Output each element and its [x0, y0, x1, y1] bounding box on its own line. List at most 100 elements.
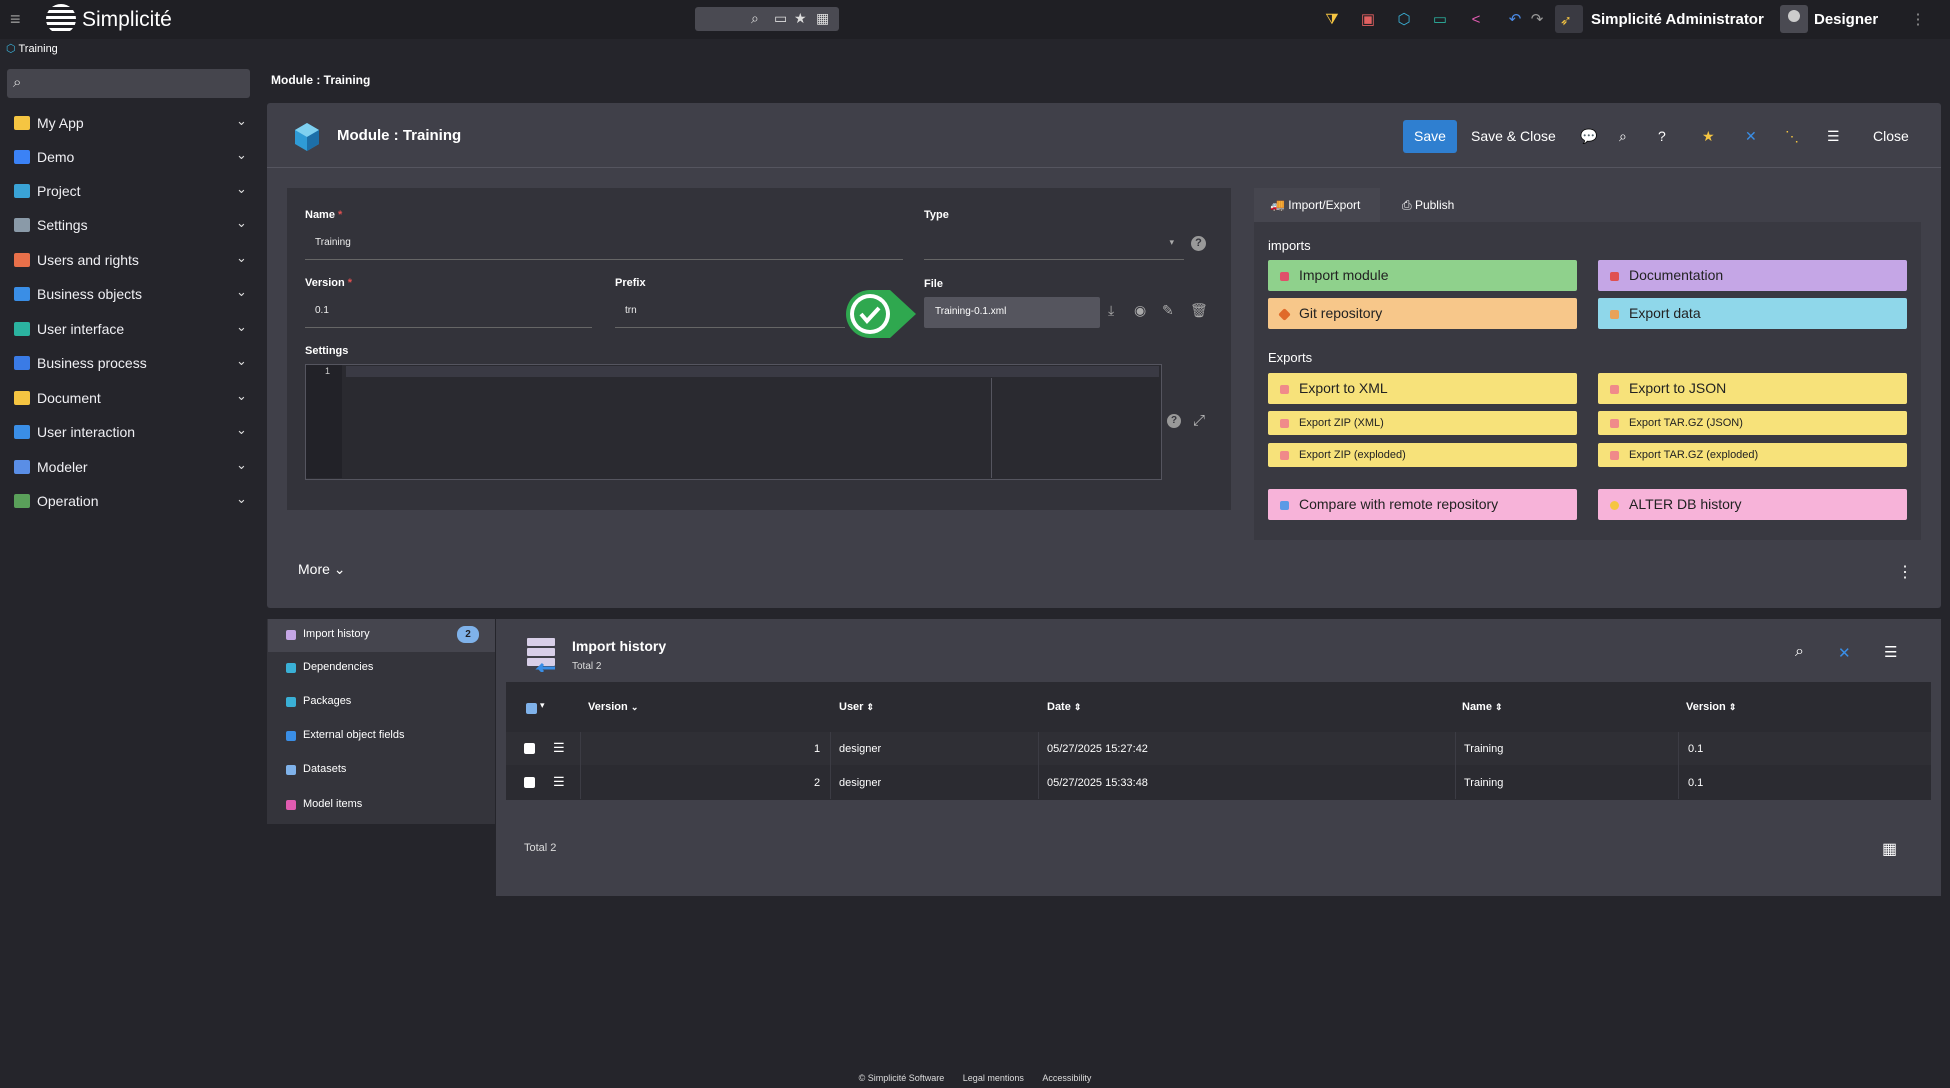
help-icon[interactable]: ?	[1658, 120, 1666, 153]
hierarchy-icon[interactable]: ⋱	[1785, 120, 1799, 153]
legal-mentions-link[interactable]: Legal mentions	[963, 1073, 1024, 1083]
export-targz-json-button[interactable]: Export TAR.GZ (JSON)	[1598, 411, 1907, 435]
more-button[interactable]: More ⌄	[298, 561, 346, 578]
sidebar-item[interactable]: Users and rights ⌄	[0, 244, 260, 278]
tools-icon[interactable]: ✕	[1745, 120, 1757, 153]
brand-logo[interactable]	[46, 4, 76, 34]
tab-import-export[interactable]: 🚚 Import/Export	[1254, 188, 1380, 222]
monitor-icon[interactable]: ▭	[1430, 10, 1450, 30]
chevron-down-icon[interactable]: ⌄	[236, 181, 247, 197]
tools-icon[interactable]: ✕	[1838, 644, 1851, 662]
sidebar-item[interactable]: Business objects ⌄	[0, 278, 260, 312]
table-row[interactable]	[506, 732, 1931, 765]
redo-icon[interactable]: ↷	[1527, 10, 1547, 30]
save-close-button[interactable]: Save & Close	[1471, 120, 1556, 153]
chevron-down-icon[interactable]: ⌄	[236, 113, 247, 129]
chevron-down-icon[interactable]: ⌄	[236, 215, 247, 231]
type-select[interactable]: ▾	[924, 231, 1184, 259]
documentation-button[interactable]: Documentation	[1598, 260, 1907, 291]
cube-icon[interactable]: ⬡	[1394, 10, 1414, 30]
sidebar-item[interactable]: Business process ⌄	[0, 347, 260, 381]
sidebar-item[interactable]: Modeler ⌄	[0, 451, 260, 485]
more-vertical-icon[interactable]: ⋮	[1897, 562, 1913, 582]
brand-name[interactable]: Simplicité	[82, 8, 172, 32]
save-button[interactable]: Save	[1403, 120, 1457, 153]
admin-label[interactable]: Simplicité Administrator	[1591, 11, 1764, 28]
export-json-button[interactable]: Export to JSON	[1598, 373, 1907, 404]
sidebar-search-input[interactable]: ⌕	[7, 69, 250, 98]
caret-down-icon[interactable]: ▾	[540, 700, 545, 711]
search-icon[interactable]: ⌕	[751, 10, 759, 27]
admin-avatar[interactable]: ➶	[1555, 5, 1583, 33]
menu-icon[interactable]: ☰	[1827, 120, 1840, 153]
close-button[interactable]: Close	[1873, 120, 1909, 153]
sidebar-item[interactable]: User interaction ⌄	[0, 416, 260, 450]
column-header-user[interactable]: User ⇕	[839, 701, 874, 713]
version-input[interactable]: 0.1	[315, 305, 329, 316]
sidebar-item[interactable]: My App ⌄	[0, 107, 260, 141]
expand-icon[interactable]: ⤢	[1193, 412, 1205, 429]
chevron-down-icon[interactable]: ⌄	[236, 457, 247, 473]
row-checkbox[interactable]	[524, 743, 535, 754]
bottom-tab[interactable]: Model items	[268, 789, 495, 822]
name-input[interactable]: Training	[315, 237, 351, 248]
chevron-down-icon[interactable]: ⌄	[236, 250, 247, 266]
chevron-down-icon[interactable]: ⌄	[236, 353, 247, 369]
bottom-tab[interactable]: Packages	[268, 686, 495, 719]
user-avatar[interactable]	[1780, 5, 1808, 33]
news-icon[interactable]: ▣	[1358, 10, 1378, 30]
grid-icon[interactable]: ▦	[816, 10, 829, 27]
chevron-down-icon[interactable]: ⌄	[236, 422, 247, 438]
export-zip-xml-button[interactable]: Export ZIP (XML)	[1268, 411, 1577, 435]
column-header-name[interactable]: Name ⇕	[1462, 701, 1503, 713]
column-header-module-version[interactable]: Version ⇕	[1686, 701, 1736, 713]
bottom-tab[interactable]: Dependencies	[268, 652, 495, 685]
git-repository-button[interactable]: Git repository	[1268, 298, 1577, 329]
help-icon[interactable]: ?	[1167, 414, 1181, 428]
grid-view-icon[interactable]: ▦	[1882, 839, 1897, 859]
menu-icon[interactable]: ☰	[1884, 643, 1897, 661]
column-header-date[interactable]: Date ⇕	[1047, 701, 1081, 713]
breadcrumb[interactable]: ⬡ Training	[6, 42, 58, 55]
compare-remote-button[interactable]: Compare with remote repository	[1268, 489, 1577, 520]
eye-icon[interactable]: ◉	[1134, 302, 1146, 319]
alter-db-history-button[interactable]: ALTER DB history	[1598, 489, 1907, 520]
prefix-input[interactable]: trn	[625, 305, 637, 316]
chevron-down-icon[interactable]: ⌄	[236, 319, 247, 335]
chevron-down-icon[interactable]: ⌄	[236, 147, 247, 163]
star-icon[interactable]: ★	[1702, 120, 1715, 153]
accessibility-link[interactable]: Accessibility	[1042, 1073, 1091, 1083]
sidebar-item[interactable]: Project ⌄	[0, 175, 260, 209]
download-icon[interactable]: ⤓	[1108, 302, 1114, 319]
chevron-down-icon[interactable]: ⌄	[236, 491, 247, 507]
file-field[interactable]: Training-0.1.xml	[924, 297, 1100, 328]
comment-icon[interactable]: 💬	[1580, 120, 1597, 153]
search-icon[interactable]: ⌕	[1795, 643, 1804, 661]
import-module-button[interactable]: Import module	[1268, 260, 1577, 291]
export-xml-button[interactable]: Export to XML	[1268, 373, 1577, 404]
chevron-down-icon[interactable]: ⌄	[236, 388, 247, 404]
menu-icon[interactable]: ≡	[10, 9, 21, 30]
zoom-icon[interactable]: ⌕	[1619, 120, 1627, 153]
table-row[interactable]	[506, 766, 1931, 799]
star-icon[interactable]: ★	[794, 10, 807, 27]
undo-icon[interactable]: ↶	[1505, 10, 1525, 30]
column-header-version[interactable]: Version ⌄	[588, 701, 638, 713]
sidebar-item[interactable]: Settings ⌄	[0, 209, 260, 243]
select-all-checkbox[interactable]	[526, 703, 537, 714]
bottom-tab[interactable]: External object fields	[268, 720, 495, 753]
tab-publish[interactable]: ⎙ Publish	[1384, 188, 1476, 222]
row-menu-icon[interactable]: ☰	[553, 774, 565, 790]
sidebar-item[interactable]: Operation ⌄	[0, 485, 260, 519]
help-icon[interactable]: ?	[1191, 236, 1206, 251]
edit-icon[interactable]: ✎	[1162, 302, 1174, 319]
sidebar-item[interactable]: User interface ⌄	[0, 313, 260, 347]
filter-icon[interactable]: ⧩	[1322, 10, 1342, 30]
share-icon[interactable]: <	[1466, 10, 1486, 30]
export-zip-exploded-button[interactable]: Export ZIP (exploded)	[1268, 443, 1577, 467]
export-targz-exploded-button[interactable]: Export TAR.GZ (exploded)	[1598, 443, 1907, 467]
more-vertical-icon[interactable]: ⋮	[1908, 10, 1928, 30]
card-icon[interactable]: ▭	[774, 10, 787, 27]
top-search-bar[interactable]: ⌕ ▭ ★ ▦	[695, 7, 839, 31]
export-data-button[interactable]: Export data	[1598, 298, 1907, 329]
